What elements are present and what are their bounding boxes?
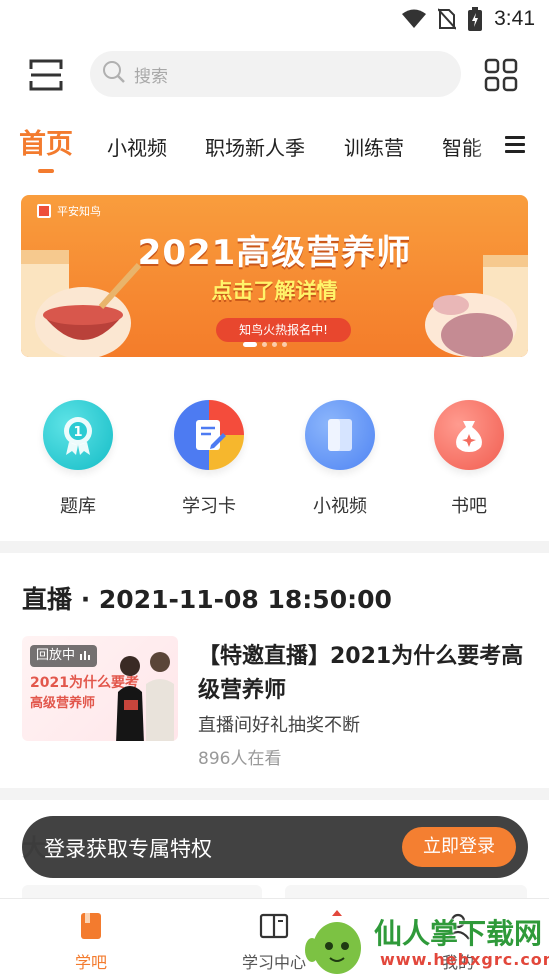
- replay-badge-label: 回放中: [36, 648, 76, 663]
- banner-title: 2021高级营养师: [137, 233, 412, 273]
- scan-icon[interactable]: [28, 58, 64, 92]
- pagination-dot: [282, 342, 287, 347]
- money-bag-icon: [434, 400, 504, 470]
- quick-link-short-video[interactable]: 小视频: [285, 400, 395, 518]
- video-card-icon: [305, 400, 375, 470]
- tab-fade: [470, 122, 500, 172]
- svg-text:1: 1: [73, 425, 82, 440]
- login-prompt-bar: 登录获取专属特权 立即登录: [22, 816, 528, 878]
- book-icon: [76, 911, 106, 941]
- quick-link-label: 书吧: [451, 496, 487, 517]
- quick-link-question-bank[interactable]: 1 题库: [23, 400, 133, 518]
- apps-grid-icon[interactable]: [484, 58, 518, 92]
- pagination-dot: [243, 342, 257, 347]
- quick-link-book-bar[interactable]: 书吧: [414, 400, 524, 518]
- quick-links: 1 题库 学习卡 小视频 书吧: [0, 400, 549, 530]
- section-divider: [0, 788, 549, 800]
- banner-brand-label: 平安知鸟: [57, 205, 101, 218]
- battery-charging-icon: [468, 7, 483, 31]
- banner-pagination: [243, 342, 287, 347]
- tab-short-video[interactable]: 小视频: [107, 132, 167, 161]
- tab-training[interactable]: 训练营: [344, 132, 404, 161]
- banner-brand: 平安知鸟: [37, 203, 101, 219]
- live-viewer-count: 896人在看: [198, 749, 282, 769]
- banner-pill: 知鸟火热报名中!: [216, 318, 351, 342]
- search-input[interactable]: 搜索: [90, 51, 461, 97]
- cactus-mascot-icon: [305, 910, 361, 974]
- quick-link-label: 学习卡: [182, 496, 236, 517]
- live-card[interactable]: 回放中 2021为什么要考 高级营养师 【特邀直播】2021为什么要考高级营养师…: [22, 636, 527, 769]
- audio-bars-icon: [80, 651, 91, 660]
- search-placeholder: 搜索: [134, 66, 168, 87]
- promo-banner[interactable]: 平安知鸟 2021高级营养师 点击了解详情 知鸟火热报名中!: [21, 195, 528, 357]
- active-tab-indicator: [38, 169, 54, 173]
- search-icon: [102, 60, 126, 88]
- brand-logo-icon: [37, 204, 51, 218]
- nav-label: 学吧: [74, 953, 107, 972]
- nav-item-xueba[interactable]: 学吧: [41, 911, 141, 973]
- category-tabs: 首页 小视频 职场新人季 训练营 智能: [0, 122, 549, 180]
- status-bar: 3:41: [0, 0, 549, 38]
- pagination-dot: [272, 342, 277, 347]
- hosts-illustration: [116, 652, 174, 741]
- live-section-heading: 直播 · 2021-11-08 18:50:00: [22, 585, 392, 614]
- open-book-icon: [259, 911, 289, 941]
- watermark: 仙人掌下载网 www.hebxgrc.com: [302, 908, 549, 976]
- quick-link-label: 题库: [60, 496, 96, 517]
- watermark-text: 仙人掌下载网: [374, 917, 543, 950]
- section-divider: [0, 541, 549, 553]
- banner-subtitle: 点击了解详情: [211, 279, 338, 303]
- no-sim-icon: [438, 8, 457, 30]
- thumbnail-line-2: 高级营养师: [30, 696, 96, 711]
- tab-career[interactable]: 职场新人季: [205, 132, 305, 161]
- live-subtitle: 直播间好礼抽奖不断: [198, 715, 360, 736]
- watermark-url: www.hebxgrc.com: [380, 950, 549, 969]
- pagination-dot: [262, 342, 267, 347]
- study-card-icon: [174, 400, 244, 470]
- quick-link-label: 小视频: [313, 496, 367, 517]
- tab-home[interactable]: 首页: [19, 122, 73, 161]
- live-title: 【特邀直播】2021为什么要考高级营养师: [198, 644, 524, 703]
- menu-icon[interactable]: [505, 136, 527, 154]
- wifi-icon: [402, 9, 427, 29]
- login-prompt-text: 登录获取专属特权: [44, 837, 212, 861]
- login-button[interactable]: 立即登录: [402, 827, 516, 867]
- medal-icon: 1: [43, 400, 113, 470]
- top-bar: 搜索: [0, 50, 549, 100]
- replay-badge: 回放中: [30, 645, 98, 667]
- live-thumbnail: 回放中 2021为什么要考 高级营养师: [22, 636, 178, 741]
- quick-link-study-card[interactable]: 学习卡: [154, 400, 264, 518]
- clock: 3:41: [494, 7, 535, 30]
